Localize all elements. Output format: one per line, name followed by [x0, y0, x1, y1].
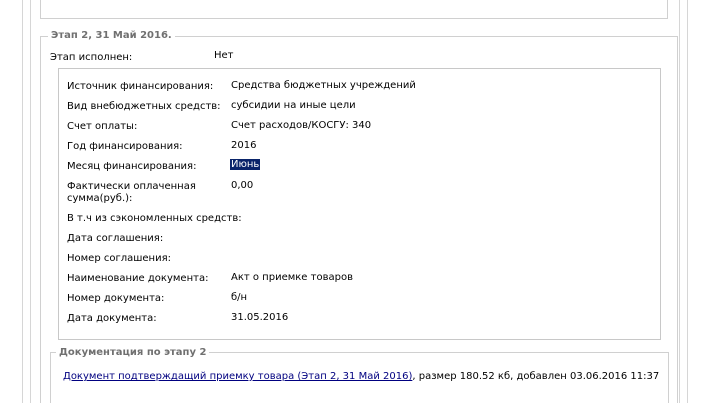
stage-status-value: Нет	[214, 50, 234, 61]
funding-month-value[interactable]: Июнь	[230, 159, 261, 171]
funding-month-label: Месяц финансирования:	[67, 161, 197, 172]
previous-stage-fieldset	[40, 0, 668, 19]
funding-source-label: Источник финансирования:	[67, 81, 214, 92]
stage-status-label: Этап исполнен:	[50, 52, 133, 63]
payment-account-label: Счет оплаты:	[67, 121, 138, 132]
document-date-value: 31.05.2016	[231, 312, 289, 323]
stage-legend: Этап 2, 31 Май 2016.	[48, 29, 175, 43]
extra-budget-type-label: Вид внебюджетных средств:	[67, 101, 221, 112]
documentation-legend: Документация по этапу 2	[56, 346, 210, 360]
document-number-label: Номер документа:	[67, 293, 165, 304]
document-info: , размер 180.52 кб, добавлен 03.06.2016 …	[412, 371, 660, 382]
funding-year-label: Год финансирования:	[67, 141, 183, 152]
saved-funds-label: В т.ч из сэкономленных средств:	[67, 213, 242, 224]
agreement-number-label: Номер соглашения:	[67, 253, 171, 264]
document-link[interactable]: Документ подтверждащий приемку товара (Э…	[63, 371, 412, 382]
selected-text[interactable]: Июнь	[230, 159, 261, 170]
funding-year-value: 2016	[231, 140, 257, 151]
document-date-label: Дата документа:	[67, 313, 157, 324]
extra-budget-type-value: субсидии на иные цели	[231, 100, 356, 111]
document-name-label: Наименование документа:	[67, 273, 209, 284]
page: Этап 2, 31 Май 2016. Этап исполнен: Нет …	[0, 0, 716, 403]
documentation-entry: Документ подтверждащий приемку товара (Э…	[63, 371, 659, 383]
document-number-value: б/н	[231, 292, 248, 303]
paid-amount-label: Фактически оплаченная сумма(руб.):	[67, 181, 196, 204]
agreement-date-label: Дата соглашения:	[67, 233, 164, 244]
funding-source-value: Средства бюджетных учреждений	[231, 80, 416, 91]
payment-account-value: Счет расходов/КОСГУ: 340	[231, 120, 372, 131]
document-name-value: Акт о приемке товаров	[231, 272, 353, 283]
paid-amount-value: 0,00	[231, 180, 254, 191]
